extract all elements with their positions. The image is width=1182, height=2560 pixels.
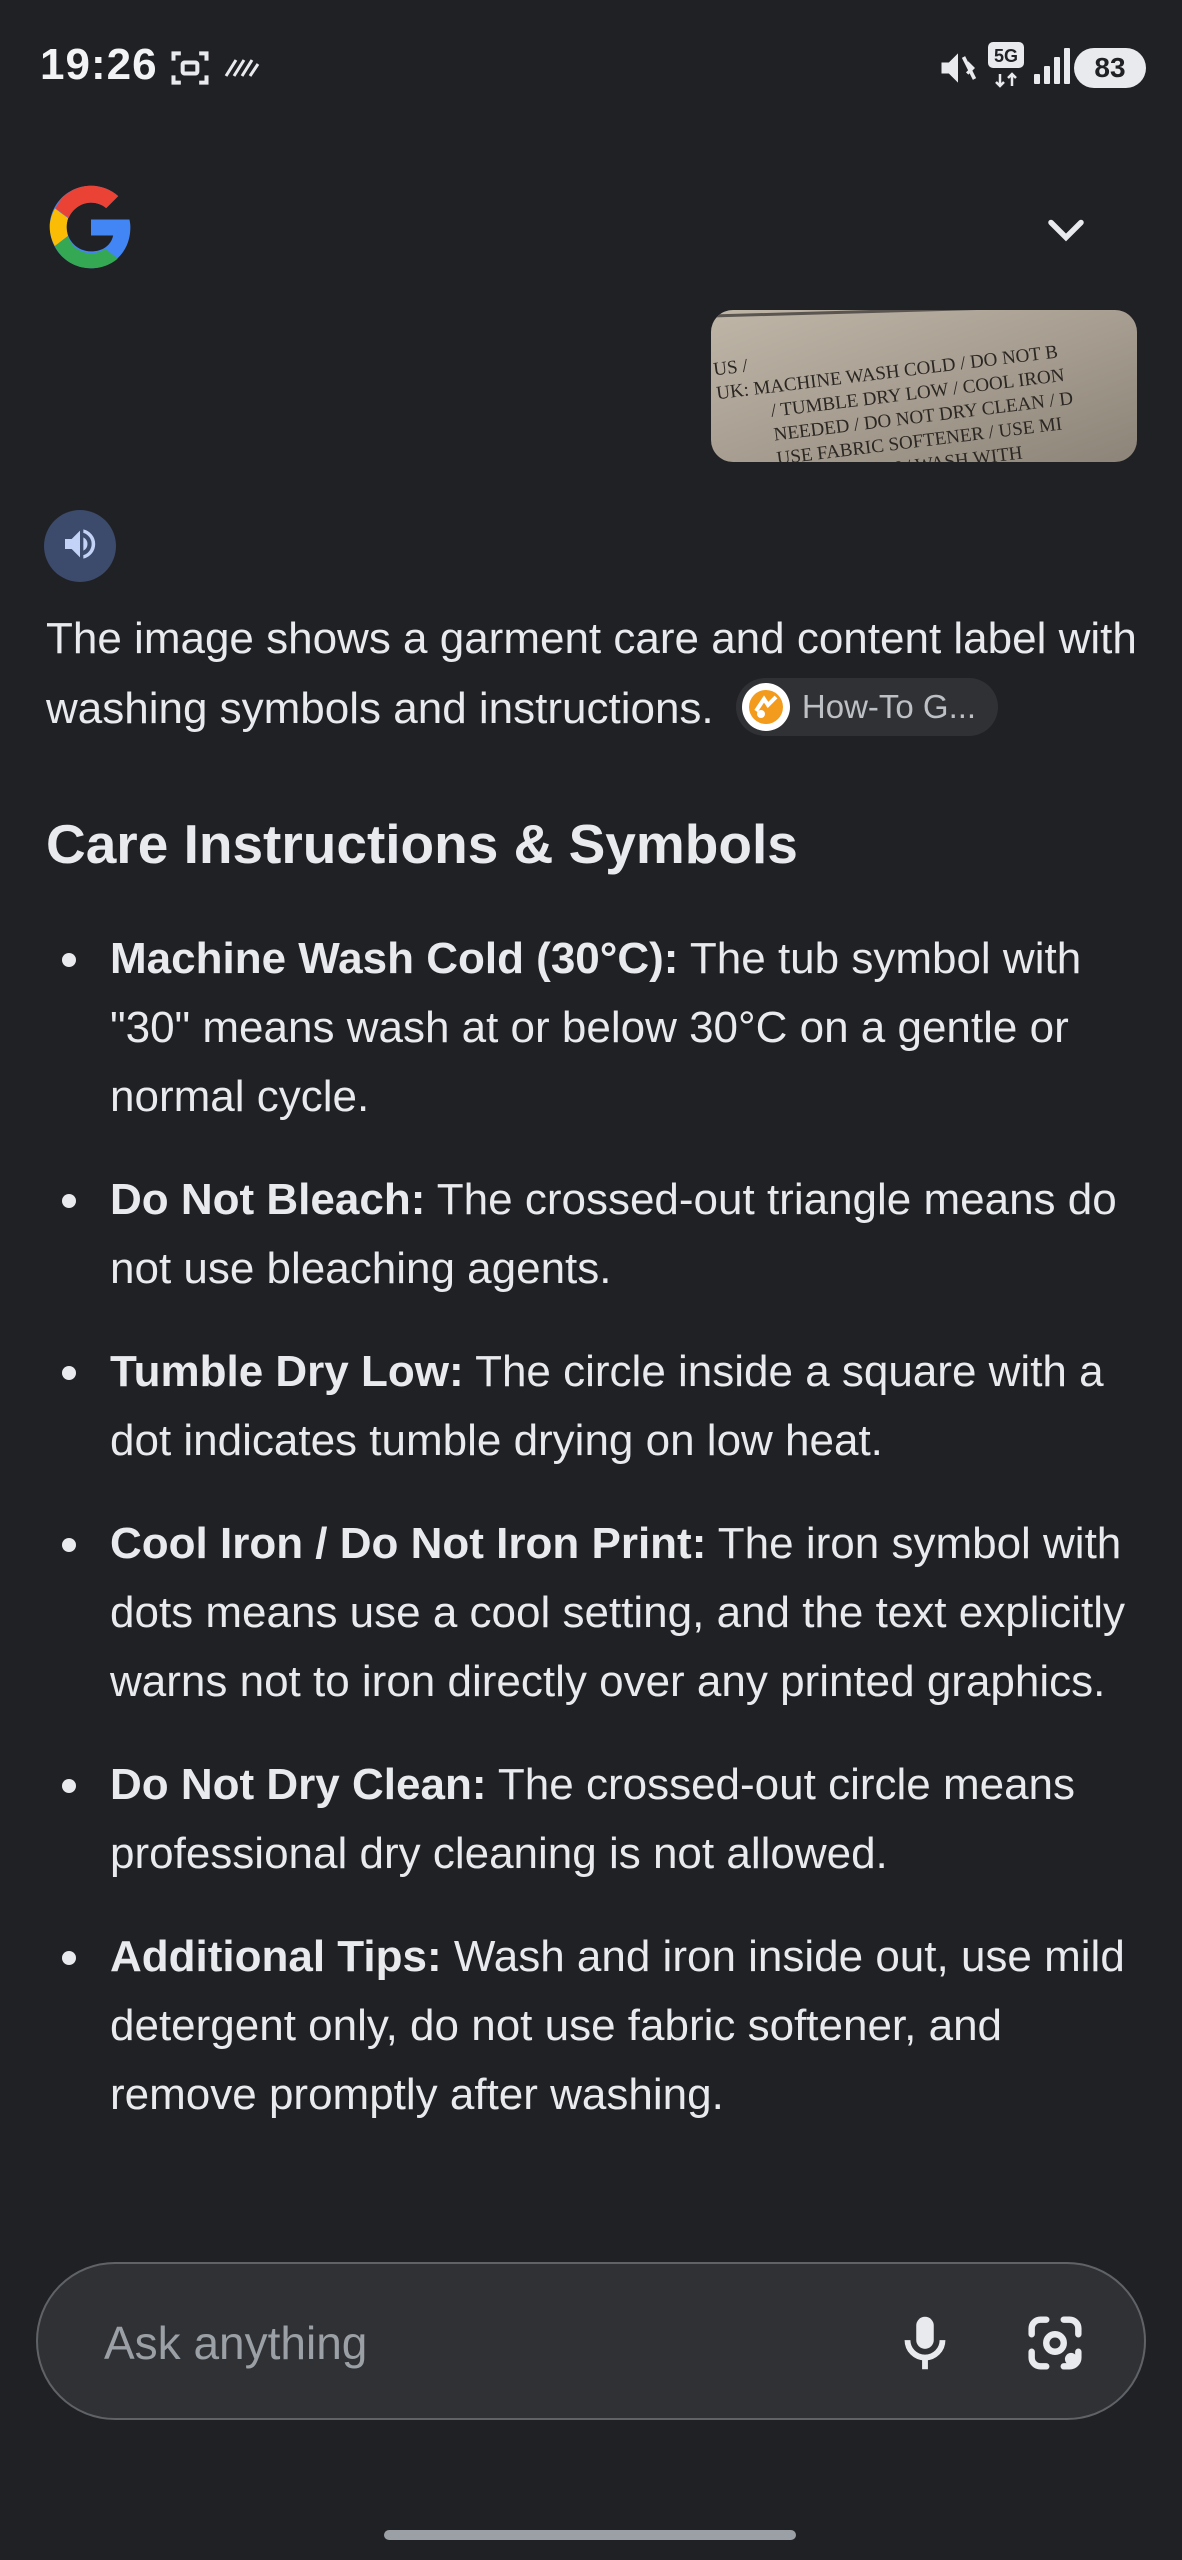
status-bar: 19:26 5G 83 [0,0,1182,130]
5g-icon: 5G [988,42,1028,95]
list-item-title: Cool Iron / Do Not Iron Print: [110,1519,707,1568]
list-item-title: Tumble Dry Low: [110,1347,464,1396]
signal-icon [1032,46,1070,91]
ask-input-placeholder[interactable]: Ask anything [104,2316,367,2370]
list-item: Tumble Dry Low: The circle inside a squa… [46,1337,1156,1475]
answer-intro: The image shows a garment care and conte… [46,604,1146,744]
chevron-down-icon [1036,219,1096,264]
care-instructions-list: Machine Wash Cold (30°C): The tub symbol… [46,924,1156,2163]
care-label-thumbnail[interactable]: US / UK: MACHINE WASH COLD / DO NOT B / … [711,310,1137,462]
list-item: Cool Iron / Do Not Iron Print: The iron … [46,1509,1156,1716]
status-time: 19:26 [40,40,158,89]
list-item: Do Not Dry Clean: The crossed-out circle… [46,1750,1156,1888]
nfc-icon [222,52,262,87]
home-indicator[interactable] [384,2530,796,2540]
svg-text:5G: 5G [994,46,1018,66]
list-item-title: Do Not Bleach: [110,1175,426,1224]
source-chip-label: How-To G... [801,688,977,726]
screenshot-icon [168,46,212,95]
source-chip[interactable]: How-To G... [735,678,999,737]
speaker-icon [60,524,100,569]
collapse-button[interactable] [1036,200,1096,260]
list-item-title: Machine Wash Cold (30°C): [110,934,679,983]
google-g-logo [46,182,136,272]
battery-indicator: 83 [1074,48,1146,88]
source-logo-icon [741,683,790,732]
list-item: Do Not Bleach: The crossed-out triangle … [46,1165,1156,1303]
list-item: Machine Wash Cold (30°C): The tub symbol… [46,924,1156,1131]
list-item-title: Additional Tips: [110,1932,442,1981]
microphone-icon[interactable] [890,2308,960,2378]
mute-icon [936,46,980,95]
list-item-title: Do Not Dry Clean: [110,1760,487,1809]
ask-input-bar[interactable]: Ask anything [36,2262,1146,2420]
svg-text:US /: US / [712,355,749,380]
camera-search-icon[interactable] [1020,2308,1090,2378]
section-heading: Care Instructions & Symbols [46,813,798,875]
list-item: Additional Tips: Wash and iron inside ou… [46,1922,1156,2129]
read-aloud-button[interactable] [44,510,116,582]
